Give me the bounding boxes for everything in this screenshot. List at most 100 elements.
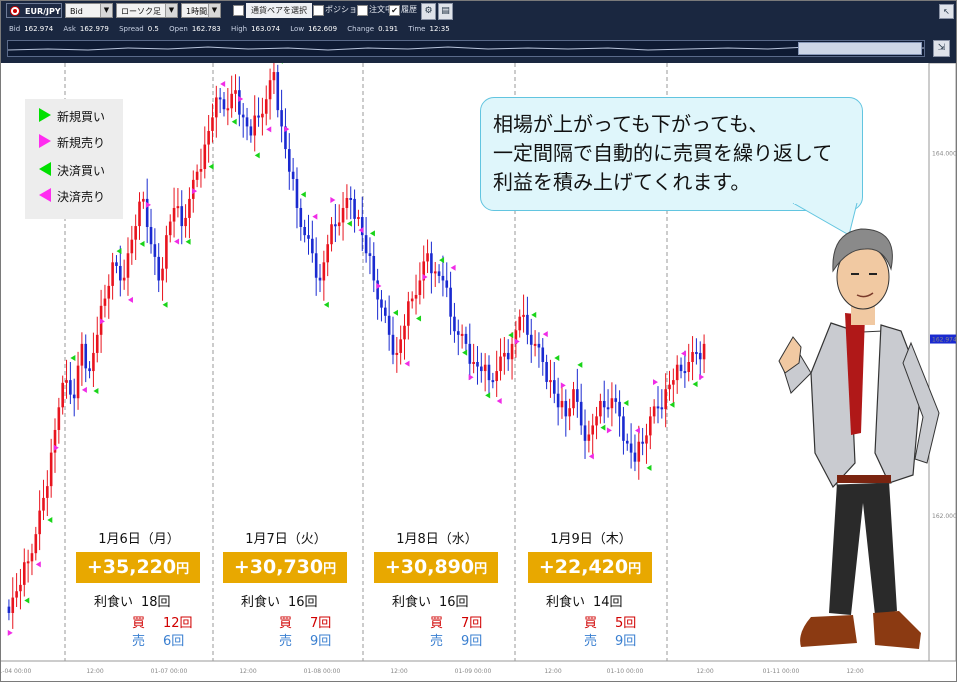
trade-marker	[139, 240, 145, 247]
trade-marker	[439, 257, 445, 264]
profit-value: +35,220	[86, 556, 177, 578]
candle-body	[165, 235, 168, 269]
chart-type-select[interactable]: ローソク足 ▼	[116, 3, 178, 18]
open-value: 162.783	[191, 25, 221, 33]
sell-value: 9回	[461, 634, 483, 649]
count-label: 利食い	[546, 595, 586, 610]
buy-label: 買	[430, 616, 444, 631]
candle-body	[326, 244, 329, 263]
candle-body	[668, 384, 671, 390]
candle-body	[698, 352, 702, 360]
candle-body	[552, 380, 556, 394]
trade-marker	[70, 355, 76, 361]
profit-unit: 円	[323, 562, 337, 577]
candle-body	[387, 315, 391, 335]
buy-value: 12回	[163, 616, 193, 631]
candle-body	[245, 117, 249, 127]
candle-body	[353, 198, 356, 219]
price-type-value: Bid	[70, 7, 83, 16]
candle-body	[399, 339, 402, 353]
candle-body	[134, 226, 137, 240]
candle-body	[549, 380, 552, 383]
bubble-line: 一定間隔で自動的に売買を繰り返して	[493, 141, 833, 165]
candle-body	[414, 294, 418, 299]
candle-body	[522, 314, 525, 317]
currency-pair-selector[interactable]: EUR/JPY	[6, 3, 62, 18]
position-checkbox[interactable]	[313, 5, 324, 16]
candle-body	[476, 362, 479, 367]
candle-body	[88, 368, 91, 372]
day-date: 1月8日（水）	[396, 532, 478, 547]
trade-marker	[24, 597, 30, 604]
navigator-scrollbar[interactable]	[7, 40, 925, 57]
candle-body	[330, 224, 333, 245]
candle-body	[664, 389, 667, 410]
collapse-icon[interactable]: ↖	[939, 4, 954, 19]
candle-body	[656, 406, 660, 409]
candle-body	[675, 364, 679, 381]
candle-body	[38, 510, 41, 535]
select-pair-button[interactable]: 通貨ペアを選択	[246, 3, 312, 18]
history-checkbox[interactable]: ✔	[389, 5, 400, 16]
candle-body	[80, 343, 84, 366]
candle-body	[287, 149, 291, 172]
candle-body	[46, 486, 49, 498]
buy-count: 買 7回	[430, 612, 482, 631]
candle-body	[384, 307, 387, 316]
buy-count: 買 5回	[584, 612, 636, 631]
sell-label: 売	[584, 634, 598, 649]
window-layout-icon[interactable]: ▤	[438, 3, 453, 20]
legend-new-buy: 新規買い	[39, 107, 105, 127]
sell-value: 6回	[163, 634, 185, 649]
chart-settings-icon[interactable]: ⚙	[421, 3, 436, 20]
buy-value: 7回	[310, 616, 332, 631]
change-label: Change	[347, 25, 375, 33]
buy-label: 買	[279, 616, 293, 631]
trade-marker	[450, 264, 456, 271]
candle-body	[625, 440, 629, 444]
chart-type-value: ローソク足	[121, 7, 161, 16]
time-tick-label: 12:00	[544, 668, 561, 675]
bid-value: 162.974	[24, 25, 54, 33]
candle-body	[107, 285, 111, 299]
day-date: 1月7日（火）	[245, 532, 327, 547]
candle-body	[529, 334, 533, 345]
candle-body	[222, 99, 226, 110]
candle-body	[433, 271, 437, 274]
candle-body	[168, 221, 172, 236]
quote-strip: Bid 162.974 Ask 162.979 Spread 0.5 Open 162.…	[9, 25, 458, 33]
candle-body	[576, 389, 579, 402]
history-label: 履歴	[401, 5, 417, 14]
candle-body	[172, 207, 176, 222]
candle-body	[215, 97, 218, 118]
candle-body	[276, 72, 280, 111]
candle-body	[418, 280, 422, 295]
candle-body	[526, 314, 529, 335]
candle-body	[441, 275, 445, 281]
sell-count: 売 9回	[584, 630, 636, 649]
candle-body	[587, 434, 591, 441]
candle-body	[541, 347, 545, 362]
trade-marker	[99, 318, 105, 325]
period-select[interactable]: 1時間足 ▼	[181, 3, 221, 18]
buy-label: 買	[584, 616, 598, 631]
candle-body	[241, 114, 245, 118]
candle-body	[95, 334, 99, 353]
price-type-select[interactable]: Bid ▼	[65, 3, 113, 18]
trade-marker	[162, 301, 168, 308]
candle-body	[687, 362, 691, 372]
candle-body	[180, 206, 184, 227]
legend-label: 新規売り	[57, 136, 106, 150]
ask-value: 162.979	[79, 25, 109, 33]
time-tick-label: 01-09 00:00	[455, 668, 492, 675]
candle-body	[660, 407, 664, 410]
chevron-down-icon: ▼	[100, 4, 112, 17]
select-pair-checkbox[interactable]	[233, 5, 244, 16]
candle-body	[641, 441, 644, 444]
profit-value: +22,420	[538, 556, 629, 578]
fit-range-icon[interactable]: ⇲	[933, 40, 950, 57]
order-checkbox[interactable]	[357, 5, 368, 16]
candle-body	[203, 144, 207, 170]
navigator-handle[interactable]	[798, 42, 922, 55]
chart-toolbar: EUR/JPY Bid ▼ ローソク足 ▼ 1時間足 ▼ 通貨ペアを選択 ポジシ…	[1, 1, 956, 63]
